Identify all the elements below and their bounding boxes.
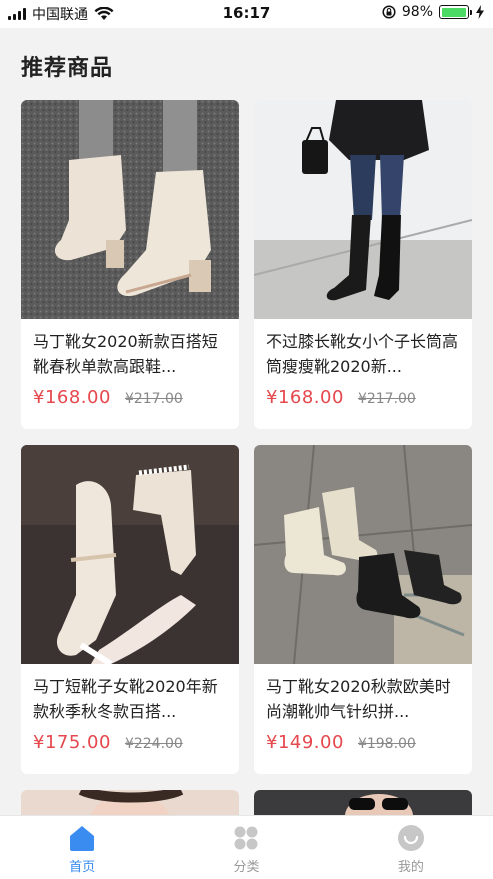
product-name: 马丁靴女2020秋款欧美时尚潮靴帅气针织拼... [266, 677, 451, 721]
tab-home[interactable]: 首页 [0, 816, 164, 879]
product-image[interactable] [21, 445, 239, 664]
product-price: ¥168.00 [266, 387, 344, 408]
original-price: ¥198.00 [357, 736, 416, 752]
profile-icon [397, 825, 424, 851]
battery-percent: 98% [401, 4, 433, 20]
product-name: 马丁靴女2020新款百搭短靴春秋单款高跟鞋... [33, 332, 218, 376]
status-right: 98% [382, 4, 485, 20]
tab-category[interactable]: 分类 [164, 816, 328, 879]
product-price: ¥168.00 [33, 387, 111, 408]
tab-profile[interactable]: 我的 [329, 816, 493, 879]
category-icon [234, 826, 258, 850]
product-image[interactable] [21, 100, 239, 319]
tab-profile-label: 我的 [397, 860, 424, 875]
original-price: ¥224.00 [124, 736, 183, 752]
product-price: ¥175.00 [33, 732, 111, 753]
charging-icon [476, 5, 484, 19]
product-card[interactable]: 不过膝长靴女小个子长筒高筒瘦瘦靴2020新... ¥168.00 ¥217.00 [254, 100, 472, 429]
bottom-tab-bar: 首页 分类 我的 [0, 815, 493, 879]
status-bar: 中国联通 16:17 98% [0, 0, 493, 28]
price-row: ¥149.00 ¥198.00 [254, 724, 472, 753]
product-card[interactable]: 马丁靴女2020新款百搭短靴春秋单款高跟鞋... ¥168.00 ¥217.00 [21, 100, 239, 429]
price-row: ¥168.00 ¥217.00 [254, 379, 472, 408]
product-image[interactable] [254, 100, 472, 319]
rotation-lock-icon [382, 5, 396, 19]
original-price: ¥217.00 [124, 391, 183, 407]
tab-home-label: 首页 [69, 860, 96, 875]
product-name: 马丁短靴子女靴2020年新款秋季秋冬款百搭... [33, 677, 218, 721]
battery-icon [439, 5, 472, 19]
original-price: ¥217.00 [357, 391, 416, 407]
home-icon [70, 826, 95, 851]
page-title: 推荐商品 [21, 56, 114, 81]
price-row: ¥168.00 ¥217.00 [21, 379, 239, 408]
product-card[interactable]: 马丁靴女2020秋款欧美时尚潮靴帅气针织拼... ¥149.00 ¥198.00 [254, 445, 472, 774]
product-price: ¥149.00 [266, 732, 344, 753]
product-name: 不过膝长靴女小个子长筒高筒瘦瘦靴2020新... [266, 332, 459, 376]
product-card[interactable]: 马丁短靴子女靴2020年新款秋季秋冬款百搭... ¥175.00 ¥224.00 [21, 445, 239, 774]
tab-category-label: 分类 [233, 860, 260, 875]
product-image[interactable] [254, 445, 472, 664]
price-row: ¥175.00 ¥224.00 [21, 724, 239, 753]
